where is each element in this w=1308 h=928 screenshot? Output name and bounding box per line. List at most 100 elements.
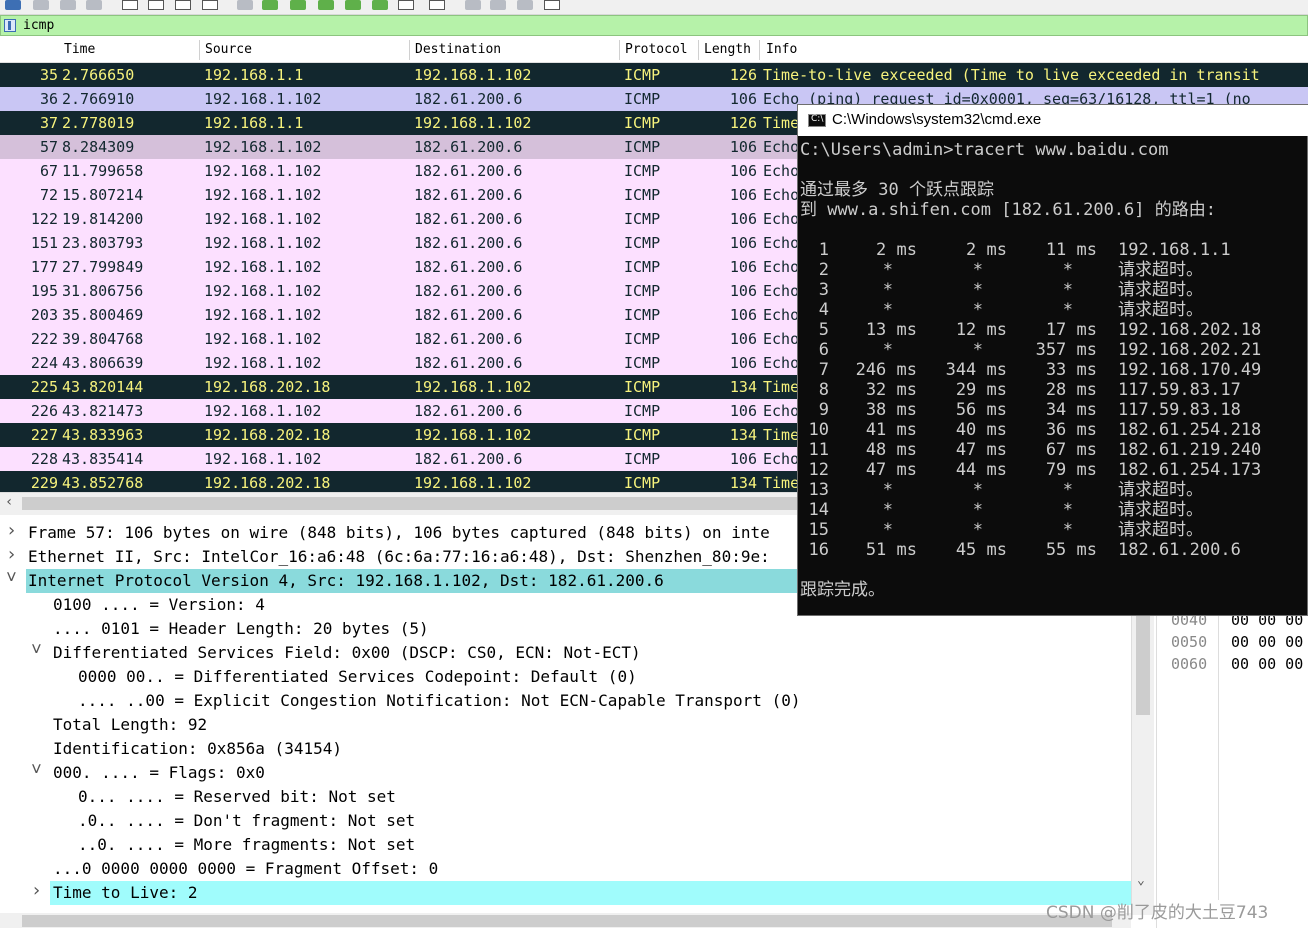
packet-no: 122 — [30, 210, 58, 228]
packet-no: 227 — [30, 426, 58, 444]
hop-address: 182.61.219.240 — [1118, 440, 1262, 460]
find-icon[interactable] — [237, 0, 253, 10]
tree-item[interactable]: .... 0101 = Header Length: 20 bytes (5) — [53, 617, 429, 641]
tree-item[interactable]: 0... .... = Reserved bit: Not set — [78, 785, 396, 809]
zoom-normal-icon[interactable] — [517, 0, 533, 10]
packet-source: 192.168.1.102 — [204, 354, 322, 372]
tree-item[interactable]: Internet Protocol Version 4, Src: 192.16… — [28, 569, 664, 593]
hscroll-thumb[interactable] — [22, 497, 798, 510]
column-header-time[interactable]: Time — [64, 42, 95, 57]
scroll-left-arrow-icon[interactable]: ‹ — [5, 494, 13, 510]
packet-destination: 182.61.200.6 — [414, 186, 523, 204]
open-folder-icon[interactable] — [122, 0, 138, 10]
vscroll-thumb[interactable] — [1136, 615, 1150, 715]
hop-rtt: 38 ms — [865, 400, 917, 420]
bookmark-icon[interactable] — [4, 19, 16, 32]
hop-rtt: 357 ms — [1035, 340, 1097, 360]
resize-columns-icon[interactable] — [544, 0, 560, 10]
hop-rtt: 34 ms — [1045, 400, 1097, 420]
tree-item[interactable]: Differentiated Services Field: 0x00 (DSC… — [53, 641, 641, 665]
tree-item[interactable]: 000. .... = Flags: 0x0 — [53, 761, 265, 785]
packet-no: 228 — [30, 450, 58, 468]
colorize-icon[interactable] — [429, 0, 445, 10]
restart-icon[interactable] — [60, 0, 76, 10]
packet-time: 39.804768 — [62, 330, 144, 348]
column-header-destination[interactable]: Destination — [415, 42, 501, 57]
hop-number: 14 — [808, 500, 829, 520]
tree-item[interactable]: .0.. .... = Don't fragment: Not set — [78, 809, 415, 833]
scroll-down-arrow-icon[interactable]: ⌄ — [1137, 873, 1145, 888]
byte-hex[interactable]: 00 00 00 — [1231, 653, 1303, 675]
packet-time: 19.814200 — [62, 210, 144, 228]
first-icon[interactable] — [345, 0, 361, 10]
packet-info: Time — [763, 114, 800, 132]
packet-no: 35 — [39, 66, 58, 84]
packet-time: 8.284309 — [62, 138, 135, 156]
chevron-right-icon[interactable]: › — [6, 544, 17, 565]
cmd-window[interactable]: C:\ C:\Windows\system32\cmd.exe C:\Users… — [797, 104, 1308, 616]
chevron-right-icon[interactable]: › — [6, 520, 17, 541]
packet-destination: 182.61.200.6 — [414, 258, 523, 276]
hop-address: 请求超时。 — [1118, 500, 1203, 520]
hop-rtt: 55 ms — [1045, 540, 1097, 560]
autoscroll-icon[interactable] — [398, 0, 414, 10]
tree-item[interactable]: Ethernet II, Src: IntelCor_16:a6:48 (6c:… — [28, 545, 770, 569]
packet-no: 203 — [30, 306, 58, 324]
close-file-icon[interactable] — [175, 0, 191, 10]
zoom-out-icon[interactable] — [490, 0, 506, 10]
options-gear-icon[interactable] — [86, 0, 102, 10]
tree-item[interactable]: .... ..00 = Explicit Congestion Notifica… — [78, 689, 800, 713]
goto-icon[interactable] — [318, 0, 334, 10]
display-filter-input[interactable]: icmp — [23, 18, 54, 33]
last-icon[interactable] — [372, 0, 388, 10]
tree-item[interactable]: ..0. .... = More fragments: Not set — [78, 833, 415, 857]
packet-length: 106 — [729, 450, 757, 468]
details-hscroll-thumb[interactable] — [22, 915, 1112, 927]
chevron-down-icon[interactable]: ˅ — [6, 567, 17, 589]
details-hscrollbar[interactable] — [0, 913, 1131, 928]
packet-no: 36 — [39, 90, 58, 108]
cmd-header-1: 通过最多 30 个跃点跟踪 — [800, 180, 994, 200]
tree-item[interactable]: Total Length: 92 — [53, 713, 207, 737]
byte-hex[interactable]: 00 00 00 — [1231, 631, 1303, 653]
packet-info: Echo — [763, 162, 800, 180]
chevron-down-icon[interactable]: ˅ — [31, 639, 42, 661]
packet-row[interactable]: 35 2.766650 192.168.1.1 192.168.1.102 ICMP 12… — [0, 63, 1308, 87]
packet-length: 126 — [729, 66, 757, 84]
reload-icon[interactable] — [202, 0, 218, 10]
hop-number: 3 — [818, 280, 829, 300]
save-icon[interactable] — [148, 0, 164, 10]
back-icon[interactable] — [262, 0, 278, 10]
packet-info: Echo — [763, 138, 800, 156]
stop-icon[interactable] — [33, 0, 49, 10]
hop-address: 请求超时。 — [1118, 280, 1203, 300]
packet-time: 43.820144 — [62, 378, 144, 396]
packet-no: 67 — [39, 162, 58, 180]
chevron-down-icon[interactable]: ˅ — [31, 759, 42, 781]
hop-rtt: * — [882, 260, 893, 280]
tree-item[interactable]: ...0 0000 0000 0000 = Fragment Offset: 0 — [53, 857, 438, 881]
tree-item[interactable]: Identification: 0x856a (34154) — [53, 737, 342, 761]
packet-length: 126 — [729, 114, 757, 132]
packet-length: 134 — [729, 378, 757, 396]
packet-source: 192.168.1.102 — [204, 210, 322, 228]
forward-icon[interactable] — [290, 0, 306, 10]
shark-fin-start-icon[interactable] — [5, 0, 21, 10]
column-header-length[interactable]: Length — [704, 42, 751, 57]
column-header-source[interactable]: Source — [205, 42, 252, 57]
chevron-right-icon[interactable]: › — [31, 880, 42, 901]
zoom-in-icon[interactable] — [465, 0, 481, 10]
packet-source: 192.168.1.102 — [204, 450, 322, 468]
tree-item[interactable]: 0100 .... = Version: 4 — [53, 593, 265, 617]
packet-protocol: ICMP — [624, 162, 661, 180]
display-filter-bar[interactable]: icmp — [0, 15, 1308, 36]
tree-item[interactable]: 0000 00.. = Differentiated Services Code… — [78, 665, 637, 689]
tree-item[interactable]: Frame 57: 106 bytes on wire (848 bits), … — [28, 521, 770, 545]
packet-info: Time — [763, 474, 800, 492]
tree-item[interactable]: Time to Live: 2 — [53, 881, 198, 905]
column-header-info[interactable]: Info — [766, 42, 797, 57]
hop-rtt: * — [1062, 520, 1073, 540]
packet-protocol: ICMP — [624, 258, 661, 276]
column-header-protocol[interactable]: Protocol — [625, 42, 688, 57]
cmd-titlebar[interactable]: C:\ C:\Windows\system32\cmd.exe — [798, 105, 1308, 136]
